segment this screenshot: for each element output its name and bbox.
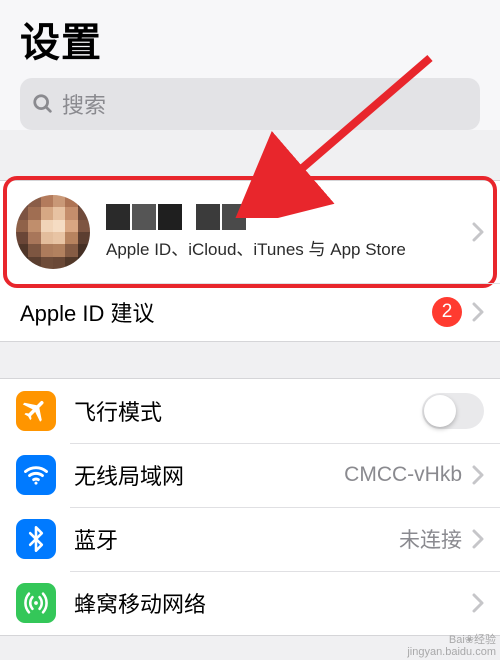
search-icon [32, 93, 54, 115]
apple-id-row[interactable]: Apple ID、iCloud、iTunes 与 App Store [0, 181, 500, 283]
row-label: Apple ID 建议 [20, 296, 432, 328]
settings-header: 设置 搜索 [0, 0, 500, 130]
chevron-right-icon [472, 222, 484, 242]
search-placeholder: 搜索 [62, 88, 106, 120]
bluetooth-icon [16, 519, 56, 559]
row-label: 蓝牙 [74, 523, 399, 555]
chevron-right-icon [472, 302, 484, 322]
avatar [16, 195, 90, 269]
airplane-icon [16, 391, 56, 431]
airplane-mode-row[interactable]: 飞行模式 [0, 379, 500, 443]
row-label: 蜂窝移动网络 [74, 587, 472, 619]
cellular-row[interactable]: 蜂窝移动网络 [0, 571, 500, 635]
wifi-row[interactable]: 无线局域网 CMCC-vHkb [0, 443, 500, 507]
airplane-toggle[interactable] [422, 393, 484, 429]
cellular-icon [16, 583, 56, 623]
row-label: 无线局域网 [74, 459, 344, 491]
chevron-right-icon [472, 465, 484, 485]
chevron-right-icon [472, 529, 484, 549]
chevron-right-icon [472, 593, 484, 613]
profile-subtitle: Apple ID、iCloud、iTunes 与 App Store [106, 235, 472, 260]
watermark: Bai❀经验 jingyan.baidu.com [407, 634, 496, 658]
profile-group: Apple ID、iCloud、iTunes 与 App Store Apple… [0, 180, 500, 342]
connectivity-group: 飞行模式 无线局域网 CMCC-vHkb 蓝牙 未连接 蜂窝移动网络 [0, 378, 500, 636]
row-label: 飞行模式 [74, 395, 422, 427]
page-title: 设置 [20, 10, 480, 68]
wifi-icon [16, 455, 56, 495]
row-value: 未连接 [399, 524, 462, 554]
row-value: CMCC-vHkb [344, 463, 462, 487]
search-field[interactable]: 搜索 [20, 78, 480, 130]
apple-id-suggestions-row[interactable]: Apple ID 建议 2 [0, 283, 500, 341]
bluetooth-row[interactable]: 蓝牙 未连接 [0, 507, 500, 571]
notification-badge: 2 [432, 297, 462, 327]
profile-name-redacted [106, 204, 246, 230]
